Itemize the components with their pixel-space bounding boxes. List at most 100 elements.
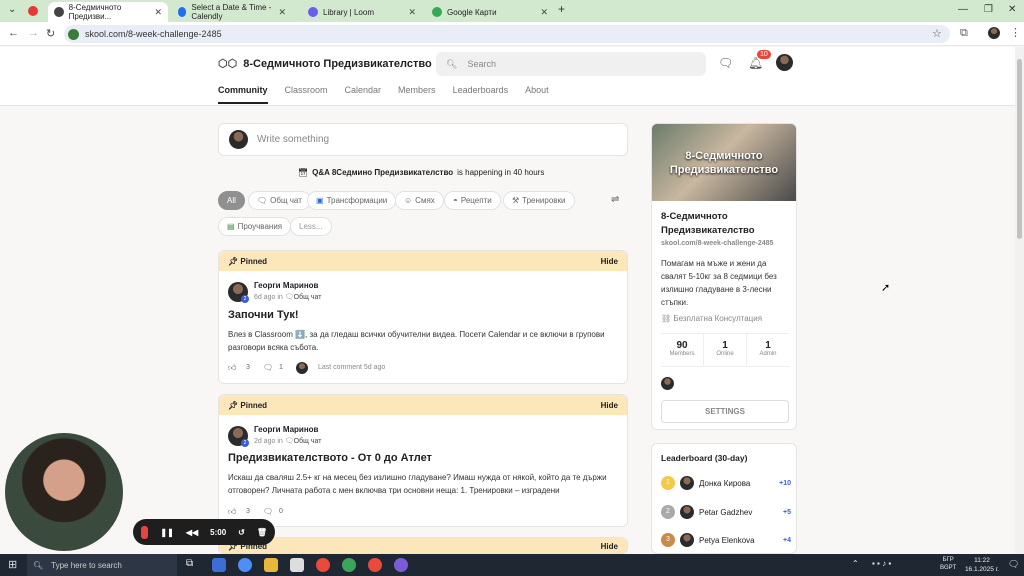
stat-admin[interactable]: 1 Admin xyxy=(747,334,789,366)
app-icon[interactable] xyxy=(290,558,304,572)
scrollbar-thumb[interactable] xyxy=(1017,59,1022,239)
chrome-icon[interactable] xyxy=(316,558,330,572)
filter-settings-icon[interactable]: ⇌ xyxy=(611,194,619,205)
address-bar[interactable]: skool.com/8-week-challenge-2485 xyxy=(64,25,950,43)
file-explorer-icon[interactable] xyxy=(264,558,278,572)
post-title[interactable]: Започни Тук! xyxy=(228,309,299,321)
extensions-icon[interactable]: ⧉ xyxy=(960,27,968,40)
post-category[interactable]: Общ чат xyxy=(294,438,322,445)
tab-calendly[interactable]: Select a Date & Time - Calendly ✕ xyxy=(172,2,292,22)
filter-laughs[interactable]: ☺ Смях xyxy=(395,191,444,210)
chrome-icon[interactable] xyxy=(368,558,382,572)
notifications-icon[interactable]: 🗨︎ xyxy=(1008,559,1019,570)
like-icon[interactable]: 👍︎ xyxy=(228,363,236,373)
stat-online[interactable]: 1 Online xyxy=(704,334,747,366)
post-card[interactable]: 📌︎ Pinned Hide 2 Георги Маринов 2d ago i… xyxy=(218,394,628,527)
group-banner[interactable]: 8-Седмичното Предизвикателство xyxy=(652,124,796,201)
bookmark-star-icon[interactable]: ☆ xyxy=(932,27,942,40)
author-name[interactable]: Георги Маринов xyxy=(254,425,318,434)
leaderboard-row[interactable]: 2 Petar Gadzhev +5 xyxy=(661,505,791,519)
group-switcher[interactable]: ⬡⬡ 8-Седмичното Предизвикателство ⇕ xyxy=(218,57,451,71)
group-url[interactable]: skool.com/8-week-challenge-2485 xyxy=(661,240,773,247)
clock[interactable]: 11:22 16.1.2025 г. xyxy=(960,556,1004,574)
leaderboard-row[interactable]: 1 Донка Кирова +10 xyxy=(661,476,791,490)
new-tab-icon[interactable]: + xyxy=(558,2,565,16)
app-icon[interactable] xyxy=(212,558,226,572)
tab-community[interactable]: Community xyxy=(218,85,268,104)
rewind-icon[interactable]: ◀◀ xyxy=(186,528,198,537)
taskbar-search[interactable]: 🔍︎ Type here to search xyxy=(27,554,177,576)
post-category[interactable]: Общ чат xyxy=(294,294,322,301)
windows-start-icon[interactable]: ⊞ xyxy=(8,558,17,571)
tab-members[interactable]: Members xyxy=(398,85,436,104)
window-close-icon[interactable]: ✕ xyxy=(1008,4,1016,15)
profile-avatar[interactable] xyxy=(988,27,1000,39)
filter-all[interactable]: All xyxy=(218,191,245,210)
post-body: Искаш да сваляш 2.5+ кг на месец без изл… xyxy=(228,473,607,495)
pause-icon[interactable]: ❚❚ xyxy=(160,528,173,537)
author-name[interactable]: Георги Маринов xyxy=(254,281,318,290)
tab-classroom[interactable]: Classroom xyxy=(285,85,328,104)
filter-workouts[interactable]: ⚒ Тренировки xyxy=(503,191,575,210)
minimize-icon[interactable]: — xyxy=(958,4,968,15)
hide-button[interactable]: Hide xyxy=(601,401,618,410)
like-count: 3 xyxy=(246,364,250,371)
event-banner[interactable]: 📅︎ Q&A 8Седмино Предизвикателство is hap… xyxy=(298,168,544,177)
page-scrollbar[interactable] xyxy=(1015,47,1024,554)
close-icon[interactable]: ✕ xyxy=(278,7,286,18)
consultation-link[interactable]: ⛓︎ Безплатна Консултация xyxy=(661,314,762,323)
close-icon[interactable]: ✕ xyxy=(154,7,162,18)
filter-less[interactable]: Less... xyxy=(290,217,332,236)
search-input[interactable]: 🔍︎ Search xyxy=(436,52,706,76)
user-avatar[interactable] xyxy=(776,54,793,71)
forward-icon[interactable]: → xyxy=(28,27,39,39)
tab-maps[interactable]: Google Карти ✕ xyxy=(426,2,554,22)
close-icon[interactable]: ✕ xyxy=(408,7,416,18)
close-icon[interactable]: ✕ xyxy=(540,7,548,18)
tab-skool[interactable]: 8-Седмичното Предизви... ✕ xyxy=(48,2,168,22)
tab-about[interactable]: About xyxy=(525,85,549,104)
settings-button[interactable]: SETTINGS xyxy=(661,400,789,423)
hide-button[interactable]: Hide xyxy=(601,542,618,551)
tray-icons[interactable]: ▪ ▪ ♪ ▪ xyxy=(872,559,891,568)
site-info-icon[interactable] xyxy=(68,28,79,40)
webcam-bubble[interactable] xyxy=(5,433,123,551)
tab-search-icon[interactable]: ⌄ xyxy=(8,4,16,15)
chrome-icon[interactable] xyxy=(342,558,356,572)
like-icon[interactable]: 👍︎ xyxy=(228,507,236,517)
chat-icon[interactable]: 🗨︎ xyxy=(718,56,733,70)
reload-icon[interactable]: ↻ xyxy=(46,27,55,40)
tray-chevron-icon[interactable]: ⌃ xyxy=(852,559,859,568)
stop-record-icon[interactable] xyxy=(141,525,149,539)
post-card[interactable]: 📌︎ Pinned Hide 2 Георги Маринов 6d ago i… xyxy=(218,250,628,384)
task-view-icon[interactable]: ⧉ xyxy=(186,558,193,569)
post-title[interactable]: Предизвикателството - От 0 до Атлет xyxy=(228,452,432,464)
leaderboard-title[interactable]: Leaderboard (30-day) xyxy=(661,453,747,463)
filter-research[interactable]: ▤ Проучвания xyxy=(218,217,292,236)
filter-general-chat[interactable]: 🗨︎ Общ чат xyxy=(248,191,311,210)
hide-button[interactable]: Hide xyxy=(601,257,618,266)
menu-kebab-icon[interactable]: ⋮ xyxy=(1010,26,1021,39)
viber-icon[interactable] xyxy=(394,558,408,572)
post-card[interactable]: 📌︎ Pinned Hide xyxy=(218,537,628,554)
edge-icon[interactable] xyxy=(238,558,252,572)
comment-icon[interactable]: 🗨︎ xyxy=(263,363,273,372)
search-icon: 🔍︎ xyxy=(446,58,458,69)
admin-avatar[interactable] xyxy=(661,377,674,390)
stat-members[interactable]: 90 Members xyxy=(661,334,704,366)
comment-count: 0 xyxy=(279,508,283,515)
filter-transformations[interactable]: ▣ Трансформации xyxy=(307,191,397,210)
leaderboard-row[interactable]: 3 Petya Elenkova +4 xyxy=(661,533,791,547)
comment-icon[interactable]: 🗨︎ xyxy=(263,507,273,516)
maximize-icon[interactable]: ❐ xyxy=(984,4,993,15)
link-icon: ⛓︎ xyxy=(661,314,672,323)
tab-leaderboards[interactable]: Leaderboards xyxy=(453,85,509,104)
filter-recipes[interactable]: ◓ Рецепти xyxy=(444,191,501,210)
tab-loom[interactable]: Library | Loom ✕ xyxy=(302,2,422,22)
post-composer[interactable]: Write something xyxy=(218,123,628,156)
back-icon[interactable]: ← xyxy=(8,27,19,39)
restart-icon[interactable]: ↺ xyxy=(238,528,245,537)
tab-calendar[interactable]: Calendar xyxy=(345,85,382,104)
trash-icon[interactable]: 🗑︎ xyxy=(257,528,267,537)
language-indicator[interactable]: БГР BGPT xyxy=(940,556,956,572)
